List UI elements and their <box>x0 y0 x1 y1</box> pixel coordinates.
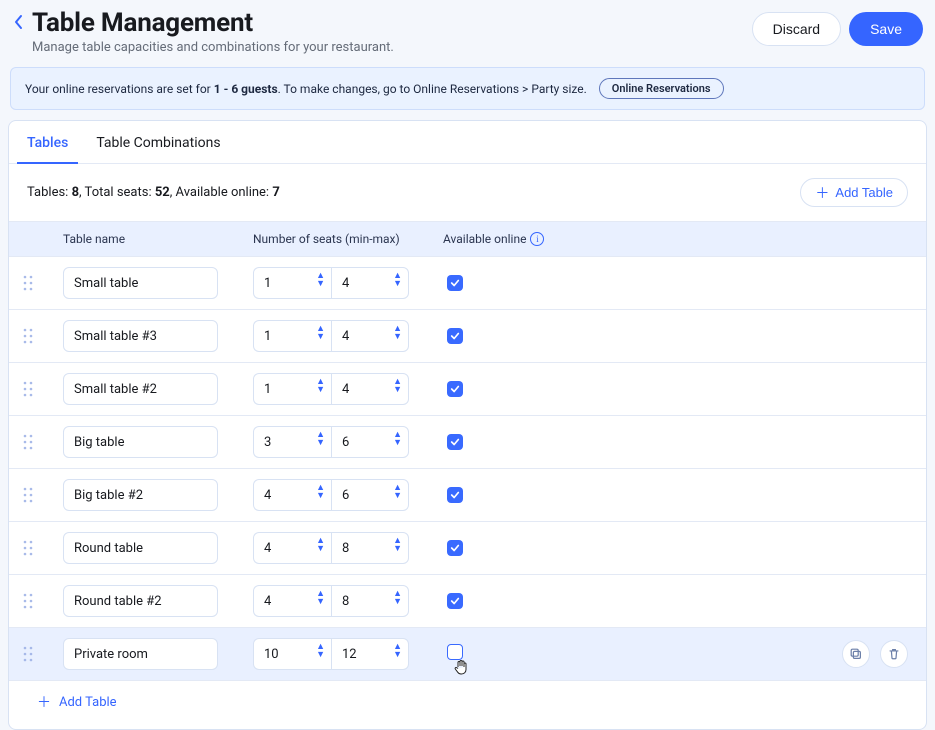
stepper-down-icon[interactable]: ▼ <box>393 492 402 500</box>
info-banner: Your online reservations are set for 1 -… <box>10 67 925 110</box>
add-table-button[interactable]: ＋ Add Table <box>800 178 908 207</box>
drag-handle-icon[interactable] <box>23 593 53 609</box>
stepper-down-icon[interactable]: ▼ <box>393 280 402 288</box>
table-row: ▲▼▲▼ <box>9 363 926 416</box>
drag-handle-icon[interactable] <box>23 540 53 556</box>
drag-handle-icon[interactable] <box>23 328 53 344</box>
available-online-checkbox[interactable] <box>447 487 463 503</box>
table-row: ▲▼▲▼ <box>9 416 926 469</box>
available-online-checkbox[interactable] <box>447 275 463 291</box>
save-button[interactable]: Save <box>849 12 923 46</box>
column-header-name: Table name <box>63 232 253 246</box>
table-row: ▲▼▲▼ <box>9 469 926 522</box>
drag-handle-icon[interactable] <box>23 646 53 662</box>
table-row: ▲▼▲▼ <box>9 575 926 628</box>
stepper-down-icon[interactable]: ▼ <box>316 280 325 288</box>
stepper-down-icon[interactable]: ▼ <box>316 439 325 447</box>
stepper-down-icon[interactable]: ▼ <box>393 598 402 606</box>
column-header-seats: Number of seats (min-max) <box>253 232 443 246</box>
stepper-down-icon[interactable]: ▼ <box>393 545 402 553</box>
table-row: ▲▼▲▼ <box>9 522 926 575</box>
table-name-input[interactable] <box>63 638 218 670</box>
tab-combinations[interactable]: Table Combinations <box>94 121 222 163</box>
table-name-input[interactable] <box>63 320 218 352</box>
page-title: Table Management <box>32 8 752 38</box>
available-online-checkbox[interactable] <box>447 540 463 556</box>
cursor-icon <box>453 658 469 680</box>
available-online-checkbox[interactable] <box>447 434 463 450</box>
table-name-input[interactable] <box>63 426 218 458</box>
stepper-down-icon[interactable]: ▼ <box>316 333 325 341</box>
discard-button[interactable]: Discard <box>752 12 841 46</box>
page-subtitle: Manage table capacities and combinations… <box>32 40 752 55</box>
table-row: ▲▼▲▼ <box>9 310 926 363</box>
table-name-input[interactable] <box>63 267 218 299</box>
table-name-input[interactable] <box>63 479 218 511</box>
drag-handle-icon[interactable] <box>23 275 53 291</box>
table-name-input[interactable] <box>63 585 218 617</box>
delete-button[interactable] <box>880 640 908 668</box>
table-row: ▲▼▲▼ <box>9 628 926 681</box>
stepper-down-icon[interactable]: ▼ <box>393 439 402 447</box>
stats-text: Tables: 8, Total seats: 52, Available on… <box>27 185 280 200</box>
info-icon[interactable]: i <box>530 232 544 246</box>
table-name-input[interactable] <box>63 532 218 564</box>
table-row: ▲▼▲▼ <box>9 257 926 310</box>
stepper-down-icon[interactable]: ▼ <box>316 598 325 606</box>
online-reservations-link[interactable]: Online Reservations <box>599 78 724 99</box>
stepper-down-icon[interactable]: ▼ <box>393 333 402 341</box>
add-table-link[interactable]: ＋ Add Table <box>37 695 117 710</box>
plus-icon: ＋ <box>815 186 829 200</box>
banner-text: Your online reservations are set for 1 -… <box>25 82 587 96</box>
stepper-down-icon[interactable]: ▼ <box>393 386 402 394</box>
stepper-down-icon[interactable]: ▼ <box>316 492 325 500</box>
stepper-down-icon[interactable]: ▼ <box>316 545 325 553</box>
available-online-checkbox[interactable] <box>447 644 463 660</box>
stepper-down-icon[interactable]: ▼ <box>393 651 402 659</box>
column-header-online: Available online i <box>443 232 912 246</box>
back-button[interactable] <box>12 8 32 34</box>
drag-handle-icon[interactable] <box>23 381 53 397</box>
available-online-checkbox[interactable] <box>447 593 463 609</box>
available-online-checkbox[interactable] <box>447 381 463 397</box>
stepper-down-icon[interactable]: ▼ <box>316 386 325 394</box>
drag-handle-icon[interactable] <box>23 487 53 503</box>
stepper-down-icon[interactable]: ▼ <box>316 651 325 659</box>
duplicate-button[interactable] <box>842 640 870 668</box>
available-online-checkbox[interactable] <box>447 328 463 344</box>
plus-icon: ＋ <box>37 696 51 710</box>
tabs: Tables Table Combinations <box>9 121 926 164</box>
tab-tables[interactable]: Tables <box>25 121 70 163</box>
drag-handle-icon[interactable] <box>23 434 53 450</box>
table-name-input[interactable] <box>63 373 218 405</box>
